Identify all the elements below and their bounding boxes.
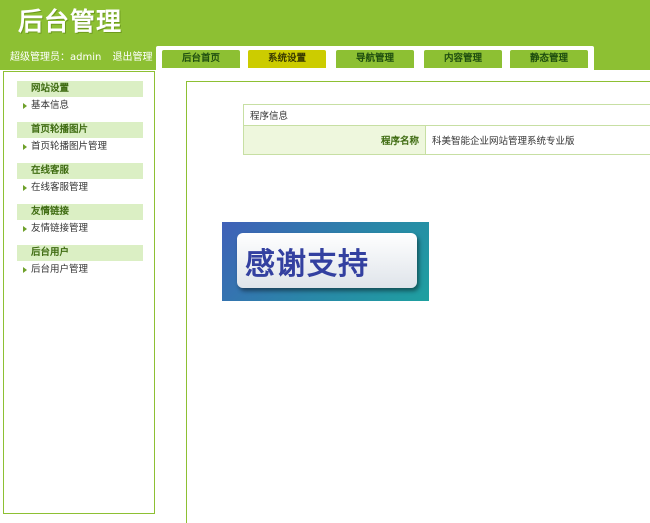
- tab-system-settings[interactable]: 系统设置: [248, 50, 326, 68]
- program-name-label: 程序名称: [243, 125, 426, 155]
- sidebar-item-label: 友情链接管理: [31, 223, 89, 234]
- caret-right-icon: [23, 226, 27, 232]
- sidebar-item-label: 后台用户管理: [31, 264, 89, 275]
- sidebar: 网站设置 基本信息 首页轮播图片 首页轮播图片管理 在线客服 在线客服管理 友情…: [3, 71, 155, 514]
- sidebar-item-online-service-manage[interactable]: 在线客服管理: [17, 179, 143, 197]
- sidebar-group-online-service: 在线客服 在线客服管理: [17, 163, 143, 197]
- sidebar-item-friend-links-manage[interactable]: 友情链接管理: [17, 220, 143, 238]
- sidebar-item-carousel-manage[interactable]: 首页轮播图片管理: [17, 138, 143, 156]
- caret-right-icon: [23, 144, 27, 150]
- user-label: 超级管理员：admin: [10, 52, 102, 63]
- sidebar-group-title: 网站设置: [17, 81, 143, 97]
- table-heading: 程序信息: [243, 104, 650, 126]
- program-info-table: 程序信息 程序名称 科美智能企业网站管理系统专业版: [243, 104, 650, 155]
- sidebar-item-label: 首页轮播图片管理: [31, 141, 108, 152]
- sidebar-item-label: 基本信息: [31, 100, 70, 111]
- sidebar-group-title: 友情链接: [17, 204, 143, 220]
- caret-right-icon: [23, 185, 27, 191]
- sidebar-item-admin-users-manage[interactable]: 后台用户管理: [17, 261, 143, 279]
- app-logo: 后台管理: [18, 7, 123, 36]
- user-bar: 超级管理员：admin 退出管理: [10, 48, 153, 63]
- sidebar-group-title: 后台用户: [17, 245, 143, 261]
- sidebar-group-friend-links: 友情链接 友情链接管理: [17, 204, 143, 238]
- tab-home[interactable]: 后台首页: [162, 50, 240, 68]
- caret-right-icon: [23, 103, 27, 109]
- sidebar-group-admin-users: 后台用户 后台用户管理: [17, 245, 143, 279]
- program-name-value: 科美智能企业网站管理系统专业版: [425, 125, 650, 155]
- sidebar-group-title: 在线客服: [17, 163, 143, 179]
- caret-right-icon: [23, 267, 27, 273]
- thanks-banner: 感谢支持: [222, 222, 429, 301]
- thanks-banner-text: 感谢支持: [245, 247, 369, 282]
- logout-link[interactable]: 退出管理: [113, 52, 153, 63]
- sidebar-group-title: 首页轮播图片: [17, 122, 143, 138]
- tab-content[interactable]: 内容管理: [424, 50, 502, 68]
- tab-navigation[interactable]: 导航管理: [336, 50, 414, 68]
- table-row: 程序名称 科美智能企业网站管理系统专业版: [243, 125, 650, 155]
- sidebar-group-carousel: 首页轮播图片 首页轮播图片管理: [17, 122, 143, 156]
- thanks-banner-plate: 感谢支持: [237, 233, 417, 288]
- sidebar-group-site-settings: 网站设置 基本信息: [17, 81, 143, 115]
- sidebar-item-basic-info[interactable]: 基本信息: [17, 97, 143, 115]
- tab-static[interactable]: 静态管理: [510, 50, 588, 68]
- sidebar-item-label: 在线客服管理: [31, 182, 89, 193]
- table-row: 程序信息: [243, 104, 650, 126]
